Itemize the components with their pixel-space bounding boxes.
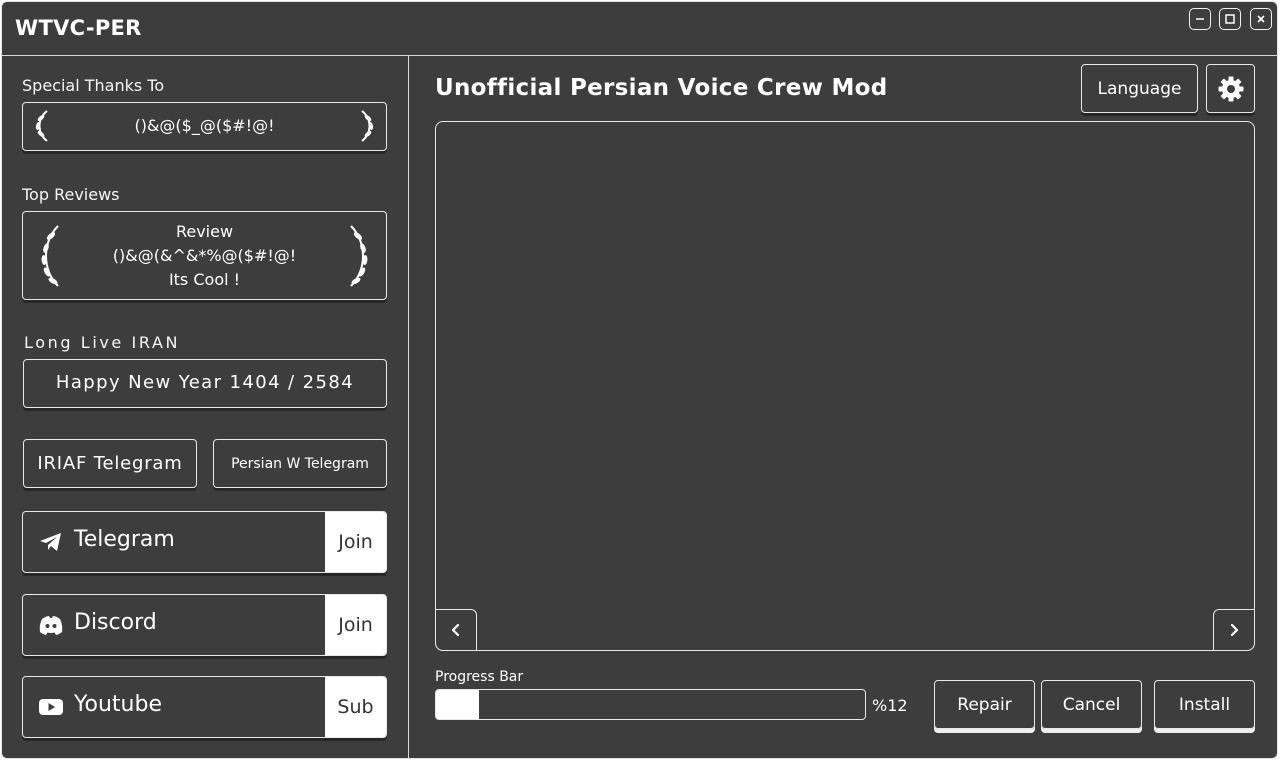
telegram-card: Telegram Join xyxy=(22,511,387,573)
youtube-icon xyxy=(39,699,63,715)
special-thanks-label: Special Thanks To xyxy=(22,76,165,95)
next-button[interactable] xyxy=(1213,609,1255,651)
language-button[interactable]: Language xyxy=(1081,64,1198,113)
install-button[interactable]: Install xyxy=(1154,680,1255,729)
youtube-label: Youtube xyxy=(74,692,162,717)
new-year-text: Happy New Year 1404 / 2584 xyxy=(55,372,355,393)
progress-fill xyxy=(436,690,479,719)
minimize-icon xyxy=(1196,18,1204,20)
persian-w-telegram-button[interactable]: Persian W Telegram xyxy=(213,439,387,488)
image-viewer xyxy=(435,121,1255,651)
gear-icon xyxy=(1218,76,1243,101)
discord-label: Discord xyxy=(74,610,157,635)
close-icon xyxy=(1257,15,1265,23)
special-thanks-box: ()&@($_@($#!@! xyxy=(22,102,387,151)
discord-card: Discord Join xyxy=(22,594,387,656)
sidebar: Special Thanks To ()&@($_@($#!@! Top Rev… xyxy=(2,56,409,758)
special-thanks-value: ()&@($_@($#!@! xyxy=(134,116,275,135)
minimize-button[interactable] xyxy=(1189,8,1211,30)
telegram-icon xyxy=(40,533,61,551)
telegram-label: Telegram xyxy=(74,527,175,552)
new-year-box: Happy New Year 1404 / 2584 xyxy=(23,359,387,408)
review-text: Its Cool ! xyxy=(168,270,241,289)
top-reviews-label: Top Reviews xyxy=(22,185,120,204)
main-panel: Unofficial Persian Voice Crew Mod Langua… xyxy=(409,56,1277,758)
progress-percent: %12 xyxy=(872,696,908,715)
maximize-icon xyxy=(1225,14,1235,24)
telegram-join-button[interactable]: Join xyxy=(325,512,386,572)
slogan-label: Long Live IRAN xyxy=(24,333,181,352)
discord-icon xyxy=(39,616,63,635)
chevron-right-icon xyxy=(1230,623,1239,637)
youtube-card: Youtube Sub xyxy=(22,676,387,738)
chevron-left-icon xyxy=(451,623,460,637)
title-bar[interactable]: WTVC-PER xyxy=(2,2,1277,56)
youtube-sub-button[interactable]: Sub xyxy=(325,677,386,737)
laurel-right-icon xyxy=(350,225,368,287)
close-button[interactable] xyxy=(1250,8,1272,30)
page-title: Unofficial Persian Voice Crew Mod xyxy=(435,75,888,101)
app-title: WTVC-PER xyxy=(15,16,142,40)
settings-button[interactable] xyxy=(1206,64,1255,113)
top-reviews-box: Review ()&@(&^&*%@($#!@! Its Cool ! xyxy=(22,211,387,300)
progress-label: Progress Bar xyxy=(435,669,524,685)
review-author: ()&@(&^&*%@($#!@! xyxy=(112,246,297,265)
iriaf-telegram-button[interactable]: IRIAF Telegram xyxy=(23,439,197,488)
discord-join-button[interactable]: Join xyxy=(325,595,386,655)
review-title: Review xyxy=(175,222,234,241)
repair-button[interactable]: Repair xyxy=(934,680,1035,729)
cancel-button[interactable]: Cancel xyxy=(1041,680,1142,729)
app-window: WTVC-PER Special Thanks To ()&@($_@($#!@… xyxy=(1,1,1278,759)
maximize-button[interactable] xyxy=(1219,8,1241,30)
laurel-right-icon xyxy=(361,110,374,142)
progress-bar xyxy=(435,689,866,720)
previous-button[interactable] xyxy=(435,609,477,651)
